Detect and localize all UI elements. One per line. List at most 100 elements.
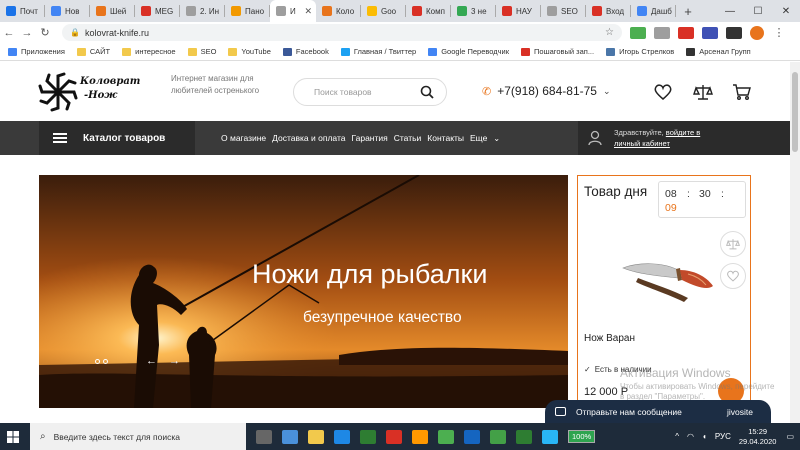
bookmark-item[interactable]: Приложения	[8, 47, 65, 56]
browser-tab[interactable]: 3 не	[451, 0, 496, 22]
minimize-icon[interactable]: —	[716, 0, 744, 22]
knife-product-image[interactable]	[618, 248, 718, 308]
extension-icon[interactable]	[630, 26, 646, 39]
bookmark-item[interactable]: Игорь Стрелков	[606, 47, 674, 56]
app-icon[interactable]	[490, 429, 506, 444]
profile-avatar[interactable]	[750, 25, 764, 40]
page-scrollbar[interactable]	[790, 62, 800, 423]
menu-item-about[interactable]: О магазине	[221, 133, 266, 143]
browser-tab[interactable]: Нов	[45, 0, 90, 22]
browser-tab[interactable]: И ✕	[270, 0, 316, 22]
battery-indicator[interactable]: 100%	[568, 430, 596, 443]
bookmark-item[interactable]: САЙТ	[76, 47, 110, 56]
account-link[interactable]: личный кабинет	[614, 139, 670, 148]
arrow-left-icon[interactable]: ←	[146, 355, 157, 367]
kolovrat-logo[interactable]	[38, 72, 78, 112]
bookmark-item[interactable]: Главная / Твиттер	[340, 47, 416, 56]
browser-menu-icon[interactable]: ⋮	[770, 26, 788, 39]
wifi-icon[interactable]: ◠	[687, 432, 694, 441]
compare-scales-icon[interactable]	[720, 231, 746, 257]
bookmark-label: SEO	[200, 47, 217, 56]
bookmark-label: YouTube	[241, 47, 271, 56]
excel-icon[interactable]	[516, 429, 532, 444]
bookmark-item[interactable]: Арсенал Групп	[686, 47, 751, 56]
cart-icon[interactable]	[732, 82, 752, 102]
login-link[interactable]: войдите в	[666, 128, 700, 137]
chevron-down-icon[interactable]: ⌄	[493, 134, 500, 143]
edge-icon[interactable]	[334, 429, 350, 444]
product-name[interactable]: Нож Варан	[584, 333, 635, 344]
extension-icon[interactable]	[702, 26, 718, 39]
bookmark-item[interactable]: SEO	[187, 47, 217, 56]
bookmark-item[interactable]: интересное	[122, 47, 176, 56]
language-indicator[interactable]: РУС	[715, 432, 731, 441]
yandex-icon[interactable]	[386, 429, 402, 444]
taskbar-search-input[interactable]: ⌕ Введите здесь текст для поиска	[30, 423, 246, 450]
slider-dot[interactable]	[103, 359, 108, 364]
catalog-button[interactable]: Каталог товаров	[39, 121, 195, 155]
menu-item-articles[interactable]: Статьи	[394, 133, 422, 143]
browser-tab[interactable]: Вход	[586, 0, 631, 22]
browser-tab[interactable]: 2. Ин	[180, 0, 225, 22]
extension-icon[interactable]	[654, 26, 670, 39]
app-icon[interactable]	[412, 429, 428, 444]
maximize-icon[interactable]: ☐	[744, 0, 772, 22]
clock[interactable]: 15:29 29.04.2020	[739, 427, 777, 447]
new-tab-button[interactable]: +	[676, 0, 700, 22]
windows-start-button[interactable]	[0, 423, 26, 450]
heart-icon[interactable]	[653, 82, 673, 102]
app-icon[interactable]	[360, 429, 376, 444]
bookmark-star-icon[interactable]: ☆	[605, 27, 614, 38]
word-icon[interactable]	[464, 429, 480, 444]
menu-item-contacts[interactable]: Контакты	[427, 133, 464, 143]
menu-item-delivery[interactable]: Доставка и оплата	[272, 133, 345, 143]
close-icon[interactable]: ✕	[772, 0, 800, 22]
browser-tab[interactable]: Дашб	[631, 0, 676, 22]
bookmark-item[interactable]: Google Переводчик	[428, 47, 509, 56]
browser-tab[interactable]: Коло	[316, 0, 361, 22]
store-icon[interactable]	[282, 429, 298, 444]
tray-icon[interactable]: ^	[675, 432, 679, 441]
url-field[interactable]: 🔒 kolovrat-knife.ru ☆	[62, 24, 622, 41]
scrollbar-thumb[interactable]	[792, 72, 798, 152]
browser-tab[interactable]: Почт	[0, 0, 45, 22]
browser-tab[interactable]: Шей	[90, 0, 135, 22]
task-view-icon[interactable]	[256, 429, 272, 444]
explorer-icon[interactable]	[308, 429, 324, 444]
browser-tab[interactable]: Goo	[361, 0, 406, 22]
hero-banner[interactable]: Ножи для рыбалки безупречное качество ← …	[39, 175, 568, 408]
forward-arrow-icon[interactable]: →	[18, 27, 36, 39]
tab-label: Комп	[426, 6, 445, 16]
compare-scales-icon[interactable]	[693, 82, 713, 102]
favicon-icon	[231, 6, 241, 16]
bookmark-item[interactable]: Пошаговый зап...	[521, 47, 594, 56]
menu-item-warranty[interactable]: Гарантия	[352, 133, 388, 143]
menu-item-more[interactable]: Еще	[470, 133, 487, 143]
logo-text[interactable]: Коловрат -Нож	[80, 75, 140, 103]
close-tab-icon[interactable]: ✕	[304, 6, 312, 17]
bookmark-item[interactable]: Facebook	[282, 47, 329, 56]
arrow-right-icon[interactable]: →	[169, 355, 180, 367]
chevron-down-icon[interactable]: ⌄	[603, 86, 611, 97]
back-arrow-icon[interactable]: ←	[0, 27, 18, 39]
browser-tab[interactable]: Пано	[225, 0, 270, 22]
telegram-icon[interactable]	[542, 429, 558, 444]
slider-dot[interactable]	[95, 359, 100, 364]
phone-number[interactable]: ✆ +7(918) 684-81-75 ⌄	[482, 84, 611, 98]
extension-icon[interactable]	[678, 26, 694, 39]
bookmark-label: Пошаговый зап...	[534, 47, 595, 56]
chrome-icon[interactable]	[438, 429, 454, 444]
volume-icon[interactable]: ◖	[702, 432, 707, 441]
browser-tab[interactable]: Комп	[406, 0, 451, 22]
browser-tab[interactable]: MEG	[135, 0, 180, 22]
browser-tab[interactable]: НАУ	[496, 0, 541, 22]
notifications-icon[interactable]: ▭	[786, 432, 794, 441]
search-input[interactable]: Поиск товаров	[293, 78, 447, 106]
search-icon[interactable]	[420, 85, 434, 99]
extension-icon[interactable]	[726, 26, 742, 39]
heart-icon[interactable]	[720, 263, 746, 289]
bookmark-item[interactable]: YouTube	[228, 47, 271, 56]
reload-icon[interactable]: ↻	[36, 26, 54, 39]
browser-tab[interactable]: SEO	[541, 0, 586, 22]
chat-widget[interactable]: Отправьте нам сообщение jivosite	[545, 400, 771, 423]
